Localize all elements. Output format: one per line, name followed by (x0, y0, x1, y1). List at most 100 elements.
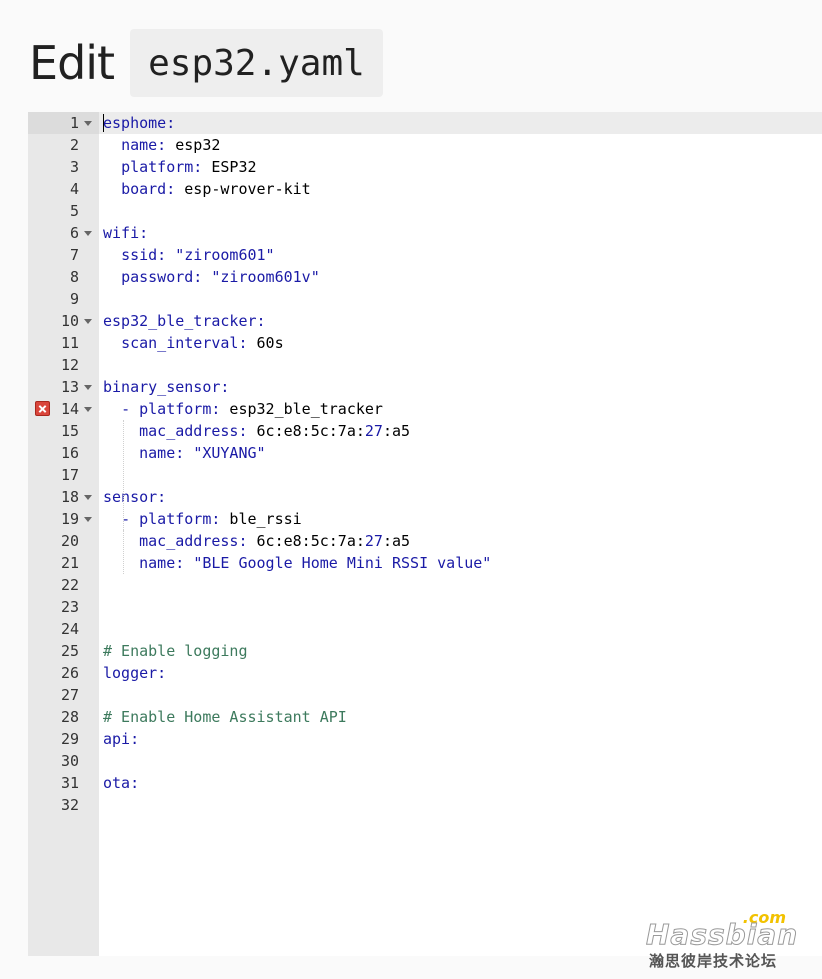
code-line[interactable]: 27 (28, 684, 822, 706)
line-number: 13 (60, 378, 79, 396)
line-number: 12 (60, 356, 79, 374)
watermark-subtitle: 瀚思彼岸技术论坛 (649, 952, 778, 970)
line-number: 18 (60, 488, 79, 506)
code-text[interactable]: esphome: (103, 112, 175, 134)
fold-triangle-down-icon[interactable] (84, 495, 92, 500)
line-number: 7 (69, 246, 79, 264)
filename-label: esp32.yaml (130, 29, 383, 97)
fold-triangle-down-icon[interactable] (84, 385, 92, 390)
code-line[interactable]: 1 esphome: (28, 112, 822, 134)
code-text[interactable]: ssid: "ziroom601" (103, 244, 275, 266)
code-line[interactable]: 10 esp32_ble_tracker: (28, 310, 822, 332)
code-line[interactable]: 8 password: "ziroom601v" (28, 266, 822, 288)
code-text[interactable]: sensor: (103, 486, 166, 508)
code-text[interactable]: mac_address: 6c:e8:5c:7a:27:a5 (103, 420, 410, 442)
code-text[interactable]: ota: (103, 772, 139, 794)
fold-triangle-down-icon[interactable] (84, 121, 92, 126)
code-text[interactable]: name: "BLE Google Home Mini RSSI value" (103, 552, 491, 574)
code-line[interactable]: 25 # Enable logging (28, 640, 822, 662)
line-number: 16 (60, 444, 79, 462)
line-number: 32 (60, 796, 79, 814)
line-number: 14 (60, 400, 79, 418)
code-text[interactable]: esp32_ble_tracker: (103, 310, 266, 332)
code-line[interactable]: 22 (28, 574, 822, 596)
line-number: 26 (60, 664, 79, 682)
line-number: 23 (60, 598, 79, 616)
code-line[interactable]: 3 platform: ESP32 (28, 156, 822, 178)
code-line[interactable]: 2 name: esp32 (28, 134, 822, 156)
code-line[interactable]: 21 name: "BLE Google Home Mini RSSI valu… (28, 552, 822, 574)
code-text[interactable]: mac_address: 6c:e8:5c:7a:27:a5 (103, 530, 410, 552)
code-text[interactable]: api: (103, 728, 139, 750)
line-number: 19 (60, 510, 79, 528)
code-editor[interactable]: 1 esphome: 2 name: esp32 3 platform: ESP32 4… (28, 112, 822, 956)
line-number: 5 (69, 202, 79, 220)
code-line[interactable]: 23 (28, 596, 822, 618)
code-text[interactable]: name: "XUYANG" (103, 442, 265, 464)
line-number: 29 (60, 730, 79, 748)
page-title: Edit (29, 36, 115, 90)
code-line[interactable]: 20 mac_address: 6c:e8:5c:7a:27:a5 (28, 530, 822, 552)
code-line[interactable]: 4 board: esp-wrover-kit (28, 178, 822, 200)
code-line[interactable]: 5 (28, 200, 822, 222)
code-line[interactable]: 11 scan_interval: 60s (28, 332, 822, 354)
code-text[interactable]: board: esp-wrover-kit (103, 178, 311, 200)
code-text[interactable]: password: "ziroom601v" (103, 266, 320, 288)
text-cursor (103, 114, 104, 132)
watermark: .com Hassbian 瀚思彼岸技术论坛 (645, 908, 806, 970)
code-line[interactable]: 29 api: (28, 728, 822, 750)
line-number: 21 (60, 554, 79, 572)
line-number: 6 (69, 224, 79, 242)
line-number: 30 (60, 752, 79, 770)
code-text[interactable]: platform: ESP32 (103, 156, 256, 178)
code-line[interactable]: 32 (28, 794, 822, 816)
fold-triangle-down-icon[interactable] (84, 407, 92, 412)
line-number: 9 (69, 290, 79, 308)
fold-triangle-down-icon[interactable] (84, 319, 92, 324)
code-line[interactable]: 14 - platform: esp32_ble_tracker (28, 398, 822, 420)
fold-triangle-down-icon[interactable] (84, 517, 92, 522)
code-line[interactable]: 13 binary_sensor: (28, 376, 822, 398)
line-number: 4 (69, 180, 79, 198)
code-line[interactable]: 6 wifi: (28, 222, 822, 244)
code-line[interactable]: 31 ota: (28, 772, 822, 794)
code-line[interactable]: 12 (28, 354, 822, 376)
code-line[interactable]: 28 # Enable Home Assistant API (28, 706, 822, 728)
line-number: 2 (69, 136, 79, 154)
indent-guide (123, 530, 124, 574)
code-line[interactable]: 7 ssid: "ziroom601" (28, 244, 822, 266)
line-number: 22 (60, 576, 79, 594)
line-number: 27 (60, 686, 79, 704)
line-number: 3 (69, 158, 79, 176)
code-text[interactable]: name: esp32 (103, 134, 220, 156)
line-number: 31 (60, 774, 79, 792)
code-text[interactable]: binary_sensor: (103, 376, 229, 398)
code-line[interactable]: 15 mac_address: 6c:e8:5c:7a:27:a5 (28, 420, 822, 442)
code-line[interactable]: 30 (28, 750, 822, 772)
line-number: 25 (60, 642, 79, 660)
code-text[interactable]: - platform: ble_rssi (103, 508, 302, 530)
editor-header: Edit esp32.yaml (29, 29, 383, 97)
code-lines[interactable]: 1 esphome: 2 name: esp32 3 platform: ESP32 4… (28, 112, 822, 816)
code-line[interactable]: 26 logger: (28, 662, 822, 684)
code-text[interactable]: scan_interval: 60s (103, 332, 284, 354)
code-text[interactable]: # Enable Home Assistant API (103, 706, 347, 728)
line-number: 17 (60, 466, 79, 484)
line-number: 1 (69, 114, 79, 132)
line-number: 10 (60, 312, 79, 330)
line-number: 28 (60, 708, 79, 726)
line-number: 11 (60, 334, 79, 352)
code-line[interactable]: 18 sensor: (28, 486, 822, 508)
code-line[interactable]: 17 (28, 464, 822, 486)
code-text[interactable]: # Enable logging (103, 640, 248, 662)
line-number: 20 (60, 532, 79, 550)
code-line[interactable]: 24 (28, 618, 822, 640)
line-number: 15 (60, 422, 79, 440)
code-line[interactable]: 16 name: "XUYANG" (28, 442, 822, 464)
fold-triangle-down-icon[interactable] (84, 231, 92, 236)
code-text[interactable]: wifi: (103, 222, 148, 244)
code-text[interactable]: logger: (103, 662, 166, 684)
code-text[interactable]: - platform: esp32_ble_tracker (103, 398, 383, 420)
code-line[interactable]: 9 (28, 288, 822, 310)
code-line[interactable]: 19 - platform: ble_rssi (28, 508, 822, 530)
